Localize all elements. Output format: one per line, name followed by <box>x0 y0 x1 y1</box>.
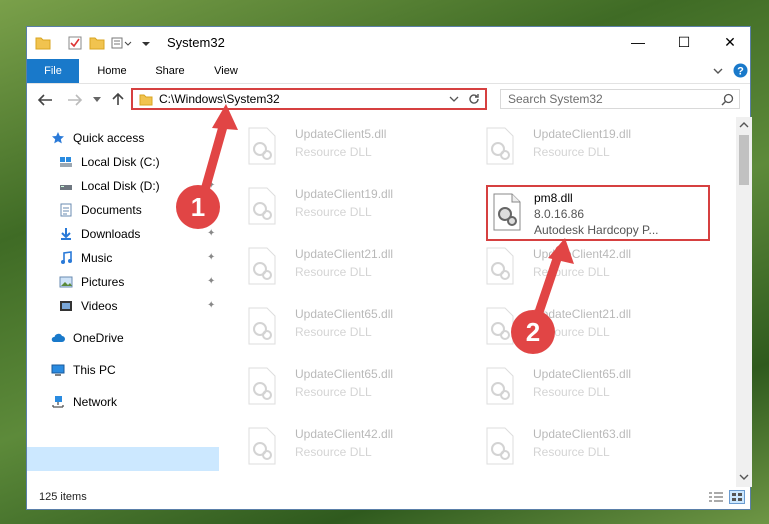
arrow-to-pm8 <box>532 245 565 323</box>
callout-step-2: 2 <box>511 310 555 354</box>
annotation-overlay <box>200 104 574 323</box>
arrowhead-address <box>212 104 238 130</box>
callout-step-1: 1 <box>176 185 220 229</box>
